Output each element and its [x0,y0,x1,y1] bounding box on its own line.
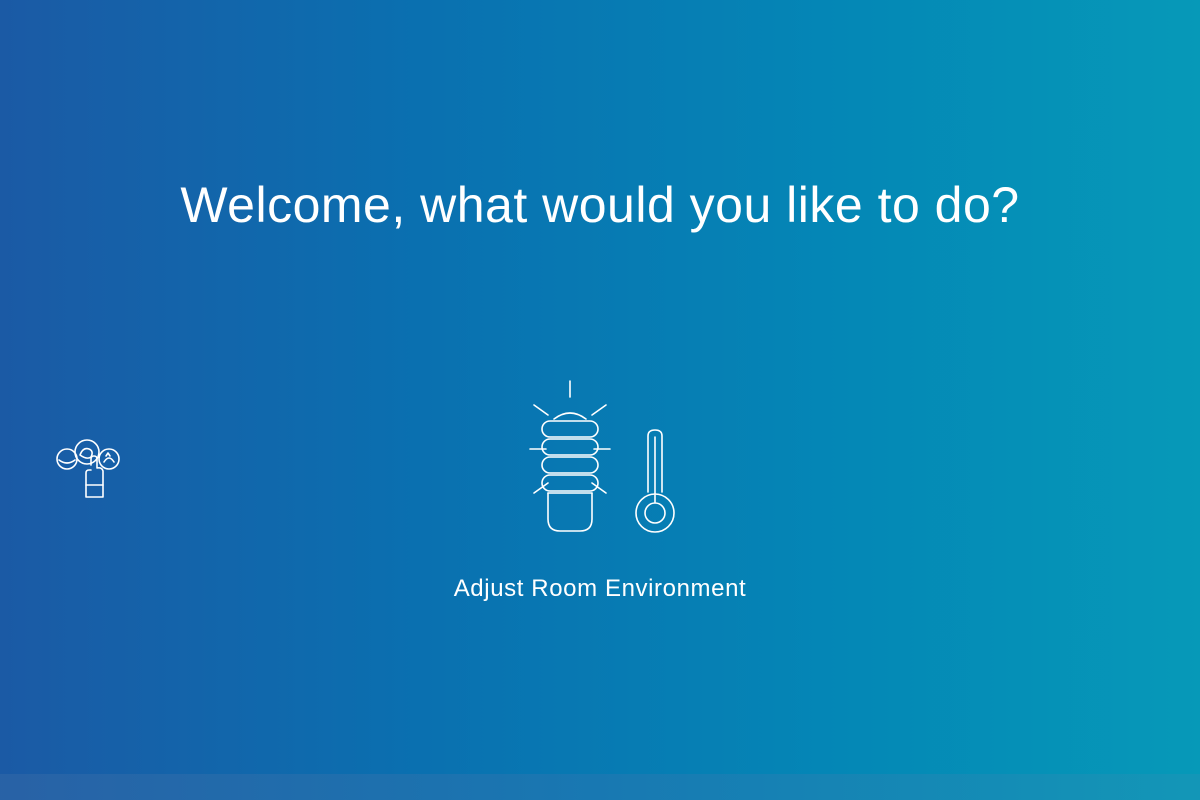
adjust-room-environment-label: Adjust Room Environment [453,575,747,602]
page-title: Welcome, what would you like to do? [180,177,1020,233]
meal-service-button[interactable] [54,435,124,501]
bottom-bar [0,774,1200,800]
adjust-room-environment-tile[interactable]: Adjust Room Environment [420,370,780,610]
thermometer-icon [636,430,674,532]
room-environment-icon [510,375,690,535]
light-bulb-icon [530,381,610,531]
meal-service-icon [54,435,124,501]
